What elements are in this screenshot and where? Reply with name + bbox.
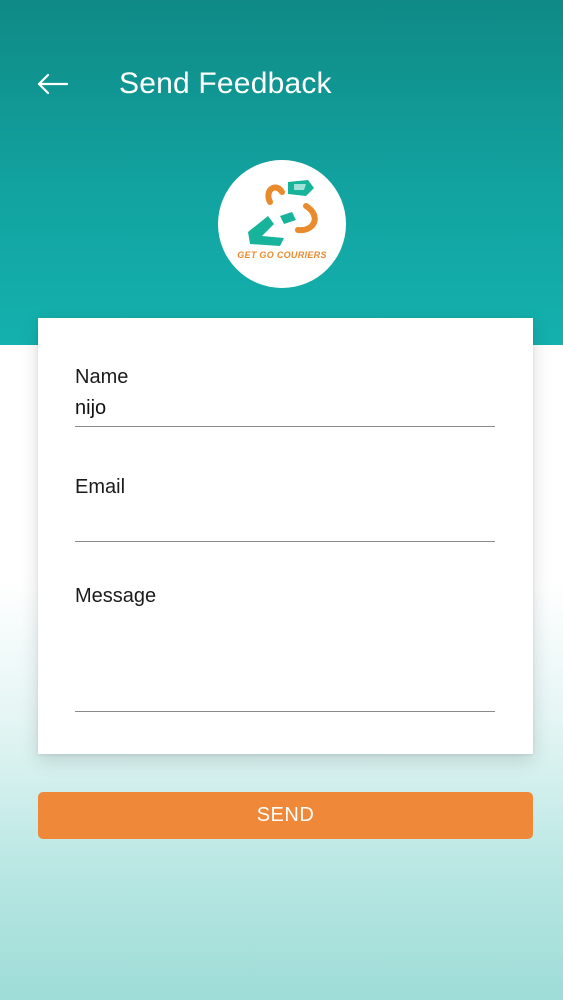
name-label: Name: [75, 366, 129, 388]
message-field-group: Message: [75, 585, 495, 712]
app-logo: GET GO COURIERS: [218, 160, 346, 288]
email-field-group: Email: [75, 476, 495, 542]
email-input[interactable]: [75, 503, 495, 542]
message-textarea[interactable]: [75, 616, 495, 712]
arrow-left-icon: [37, 73, 69, 95]
courier-runner-icon: [248, 180, 318, 246]
feedback-form-card: Name Email Message: [38, 318, 533, 754]
message-label: Message: [75, 585, 157, 607]
name-input[interactable]: [75, 393, 495, 427]
back-button[interactable]: [30, 64, 76, 104]
email-label: Email: [75, 476, 126, 498]
name-field-group: Name: [75, 366, 495, 427]
send-button[interactable]: SEND: [38, 792, 533, 839]
logo-text: GET GO COURIERS: [237, 250, 327, 260]
page-title: Send Feedback: [119, 67, 332, 100]
